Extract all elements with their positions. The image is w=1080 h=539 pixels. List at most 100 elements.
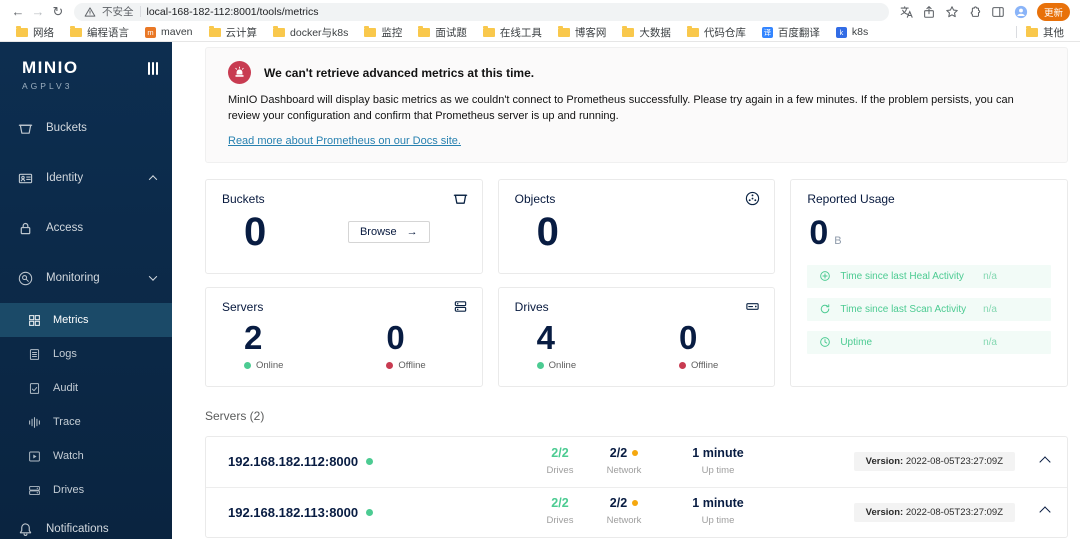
forward-button[interactable]: →: [28, 5, 48, 18]
sidebar-nav: Buckets Identity Access Monitoring Metri…: [0, 103, 172, 539]
url-text: local-168-182-112:8001/tools/metrics: [146, 5, 319, 18]
metrics-grid-icon: [29, 314, 40, 326]
bookmark-item[interactable]: 博客网: [550, 25, 615, 40]
bucket-icon: [453, 191, 468, 206]
bookmark-item[interactable]: k k8s: [828, 26, 876, 38]
online-dot: [536, 361, 544, 369]
offline-dot: [679, 361, 687, 369]
sidebar-item-watch[interactable]: Watch: [0, 439, 172, 473]
url-separator: [139, 6, 141, 17]
server-address: 192.168.182.113:8000: [228, 505, 528, 520]
sidebar-item-drives[interactable]: Drives: [0, 473, 172, 507]
bookmark-star-icon[interactable]: [945, 5, 959, 19]
bookmark-item[interactable]: docker与k8s: [265, 25, 356, 40]
address-bar[interactable]: 不安全 local-168-182-112:8001/tools/metrics: [74, 2, 889, 21]
bookmark-item[interactable]: 代码仓库: [679, 25, 754, 40]
watch-play-icon: [29, 451, 40, 461]
share-icon[interactable]: [922, 5, 936, 19]
bookmark-item[interactable]: 监控: [356, 25, 410, 40]
version-badge: Version: 2022-08-05T23:27:09Z: [853, 502, 1015, 522]
server-drives-stat: 2/2 Drives: [546, 445, 574, 476]
prometheus-docs-link[interactable]: Read more about Prometheus on our Docs s…: [228, 135, 461, 147]
monitoring-magnifier-icon: [18, 271, 33, 285]
sidebar-item-access[interactable]: Access: [0, 203, 172, 253]
folder-icon: [418, 25, 431, 37]
bucket-icon: [18, 124, 33, 134]
sidebar: MINIO AGPLV3 Buckets Identity Access Mon…: [0, 42, 172, 539]
scan-activity-row: Time since last Scan Activity n/a: [807, 297, 1051, 321]
servers-card: Servers 2 Online 0 Offline: [205, 286, 483, 387]
chevron-up-icon: [148, 175, 158, 184]
monitoring-submenu: Metrics Logs Audit Trace Watch Drives: [0, 303, 172, 507]
audit-check-icon: [29, 382, 40, 394]
security-label: 不安全: [102, 6, 134, 18]
network-status-dot: [632, 449, 639, 456]
scan-refresh-icon: [821, 304, 830, 314]
other-bookmarks[interactable]: 其他: [1004, 25, 1072, 40]
translate-icon[interactable]: [899, 5, 913, 19]
bookmark-item[interactable]: 面试题: [410, 25, 475, 40]
card-title: Objects: [514, 191, 556, 206]
prometheus-alert-banner: We can't retrieve advanced metrics at th…: [205, 47, 1068, 163]
server-online-dot: [366, 508, 374, 516]
drive-icon: [745, 299, 760, 314]
sidebar-item-trace[interactable]: Trace: [0, 405, 172, 439]
back-button[interactable]: ←: [8, 5, 28, 18]
version-badge: Version: 2022-08-05T23:27:09Z: [853, 452, 1015, 472]
usage-value: 0: [809, 213, 829, 252]
objects-count: 0: [536, 209, 559, 254]
drives-stack-icon: [29, 485, 40, 495]
reported-usage-card: Reported Usage 0 B Time since last Heal …: [790, 178, 1068, 387]
folder-icon: [70, 25, 82, 37]
bookmark-item[interactable]: 译百度翻译: [754, 25, 828, 40]
server-uptime-stat: 1 minute Up time: [692, 496, 744, 527]
side-panel-icon[interactable]: [991, 5, 1005, 19]
collapse-chevron-icon[interactable]: [1039, 506, 1051, 519]
trace-waveform-icon: [29, 416, 40, 428]
bookmark-item[interactable]: 云计算: [201, 25, 266, 40]
folder-icon: [557, 25, 570, 37]
bookmark-item[interactable]: 网络: [8, 25, 62, 40]
sidebar-item-monitoring[interactable]: Monitoring: [0, 253, 172, 303]
maven-favicon: m: [145, 26, 156, 38]
sidebar-item-identity[interactable]: Identity: [0, 153, 172, 203]
reload-button[interactable]: ↻: [48, 5, 68, 18]
server-address: 192.168.182.112:8000: [228, 454, 528, 469]
bookmark-item[interactable]: 在线工具: [475, 25, 550, 40]
bookmark-item[interactable]: 大数据: [614, 25, 679, 40]
bookmark-item[interactable]: 编程语言: [62, 25, 137, 40]
minio-console: MINIO AGPLV3 Buckets Identity Access Mon…: [0, 42, 1080, 539]
profile-avatar[interactable]: [1014, 5, 1028, 19]
license-label: AGPLV3: [22, 81, 73, 91]
logs-document-icon: [29, 348, 40, 360]
objects-icon: [745, 191, 760, 206]
baidu-translate-favicon: 译: [761, 26, 773, 38]
update-button[interactable]: 更新: [1036, 2, 1070, 21]
sidebar-item-logs[interactable]: Logs: [0, 337, 172, 371]
security-warning-icon: [84, 6, 96, 17]
browse-button[interactable]: Browse →: [347, 220, 430, 243]
bookmark-item[interactable]: m maven: [137, 26, 201, 38]
minio-logo: MINIO AGPLV3: [0, 42, 172, 91]
drives-card: Drives 4 Online 0 Offline: [497, 286, 776, 387]
clock-icon: [820, 337, 831, 348]
bookmarks-divider: [1016, 26, 1017, 38]
folder-icon: [16, 25, 28, 37]
card-title: Buckets: [222, 191, 265, 206]
sidebar-item-buckets[interactable]: Buckets: [0, 103, 172, 153]
sidebar-item-audit[interactable]: Audit: [0, 371, 172, 405]
offline-dot: [386, 361, 394, 369]
collapse-chevron-icon[interactable]: [1039, 456, 1051, 468]
sidebar-item-notifications[interactable]: Notifications: [0, 507, 172, 539]
metrics-page: We can't retrieve advanced metrics at th…: [172, 42, 1080, 539]
sidebar-item-metrics[interactable]: Metrics: [0, 303, 172, 337]
uptime-row: Uptime n/a: [807, 330, 1051, 354]
alarm-icon: [228, 61, 251, 84]
buckets-card: Buckets 0 Browse →: [205, 178, 483, 274]
folder-icon: [273, 25, 286, 37]
server-list: 192.168.182.112:8000 2/2 Drives 2/2 Netw…: [205, 435, 1068, 538]
sidebar-collapse-icon[interactable]: [148, 62, 158, 75]
servers-online-stat: 2 Online: [244, 318, 284, 371]
extensions-icon[interactable]: [968, 5, 982, 19]
alert-body: MinIO Dashboard will display basic metri…: [228, 94, 1014, 122]
